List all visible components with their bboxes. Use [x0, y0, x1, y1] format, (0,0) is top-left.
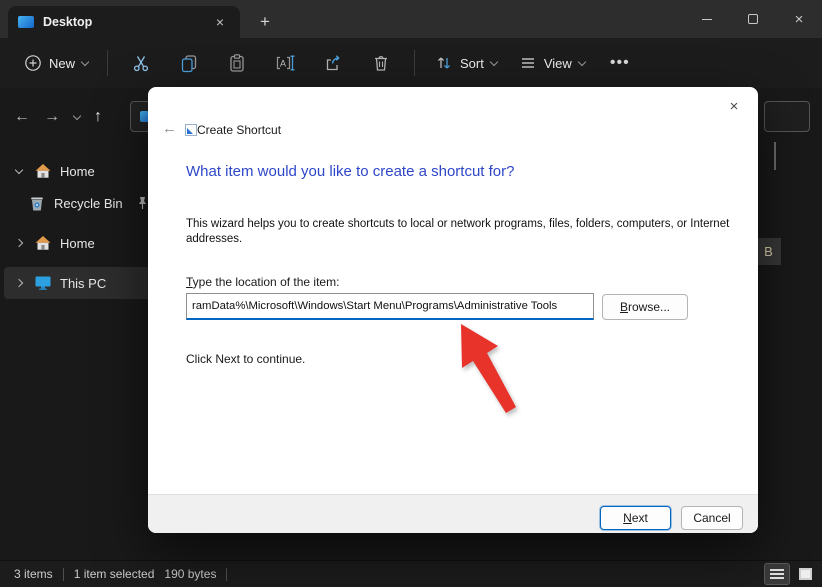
sort-button[interactable]: Sort: [424, 47, 508, 79]
share-icon: [323, 53, 343, 73]
forward-button[interactable]: →: [44, 108, 60, 126]
view-toggles: [764, 563, 818, 585]
share-button[interactable]: [309, 44, 357, 82]
browse-button[interactable]: Browse...: [602, 294, 688, 320]
home-icon: [34, 162, 52, 180]
explorer-window: Desktop × + × New: [0, 0, 822, 587]
up-button[interactable]: ↑: [94, 108, 102, 126]
shortcut-icon: [185, 124, 197, 136]
dialog-title: Create Shortcut: [197, 123, 281, 137]
large-icons-view-button[interactable]: [792, 563, 818, 585]
delete-button[interactable]: [357, 44, 405, 82]
chevron-down-icon: [490, 57, 498, 65]
next-button[interactable]: Next: [600, 506, 671, 530]
maximize-icon: [748, 14, 758, 24]
copy-button[interactable]: [165, 44, 213, 82]
dialog-back-icon: ←: [162, 120, 177, 137]
home-icon: [34, 234, 52, 252]
dialog-description: This wizard helps you to create shortcut…: [186, 217, 751, 247]
status-divider: [226, 568, 227, 581]
dialog-heading: What item would you like to create a sho…: [186, 163, 514, 180]
rename-button[interactable]: A: [261, 44, 309, 82]
dialog-close-button[interactable]: ×: [720, 93, 748, 119]
sidebar-item-home-2[interactable]: Home: [0, 227, 148, 259]
command-toolbar: New A: [0, 38, 822, 88]
search-box[interactable]: [764, 101, 810, 132]
scrollbar[interactable]: [774, 142, 776, 170]
clipboard-icon: [227, 53, 247, 73]
window-controls: ×: [684, 0, 822, 38]
chevron-expanded-icon[interactable]: [12, 170, 26, 173]
rename-icon: A: [274, 53, 296, 73]
navigation-bar: ← → ↑: [0, 98, 148, 136]
sort-arrows-icon: [435, 54, 453, 72]
sidebar-item-recycle-bin[interactable]: Recycle Bin: [0, 187, 148, 219]
selected-size: 190 bytes: [164, 567, 216, 581]
sidebar-item-label: Recycle Bin: [54, 196, 123, 211]
copy-icon: [179, 53, 199, 73]
maximize-button[interactable]: [730, 0, 776, 38]
location-input[interactable]: [186, 293, 594, 320]
cancel-button[interactable]: Cancel: [681, 506, 743, 530]
new-button-label: New: [49, 56, 75, 71]
view-lines-icon: [519, 54, 537, 72]
chevron-collapsed-icon[interactable]: [12, 280, 26, 286]
ellipsis-icon: •••: [610, 54, 630, 72]
close-icon: ×: [795, 11, 804, 28]
close-window-button[interactable]: ×: [776, 0, 822, 38]
items-count: 3 items: [14, 567, 53, 581]
this-pc-icon: [34, 275, 52, 291]
sidebar-item-label: Home: [60, 164, 95, 179]
sidebar-item-label: Home: [60, 236, 95, 251]
chevron-collapsed-icon[interactable]: [12, 240, 26, 246]
tab-close-icon[interactable]: ×: [210, 12, 230, 32]
selected-count: 1 item selected: [74, 567, 155, 581]
cut-button[interactable]: [117, 44, 165, 82]
view-button-label: View: [544, 56, 572, 71]
paste-button[interactable]: [213, 44, 261, 82]
titlebar: Desktop × + ×: [0, 0, 822, 38]
details-view-icon: [770, 567, 784, 581]
sort-button-label: Sort: [460, 56, 484, 71]
recycle-bin-icon: [28, 195, 46, 212]
tab-desktop[interactable]: Desktop ×: [8, 6, 240, 38]
sidebar-item-this-pc[interactable]: This PC: [4, 267, 154, 299]
scissors-icon: [131, 53, 151, 73]
new-tab-button[interactable]: +: [252, 9, 278, 35]
location-label: Type the location of the item:: [186, 275, 339, 289]
minimize-button[interactable]: [684, 0, 730, 38]
large-icons-view-icon: [799, 568, 812, 580]
new-button[interactable]: New: [14, 47, 98, 79]
file-size-fragment: B: [756, 238, 781, 265]
more-options-button[interactable]: •••: [596, 44, 644, 82]
sidebar-item-label: This PC: [60, 276, 106, 291]
create-shortcut-dialog: × ← Create Shortcut What item would you …: [148, 87, 758, 533]
view-button[interactable]: View: [508, 47, 596, 79]
toolbar-divider: [414, 50, 415, 76]
back-button[interactable]: ←: [14, 108, 30, 126]
plus-circle-icon: [24, 54, 42, 72]
history-chevron-icon[interactable]: [73, 111, 81, 119]
sidebar-item-home[interactable]: Home: [0, 155, 148, 187]
svg-text:A: A: [280, 59, 286, 69]
trash-icon: [371, 53, 391, 73]
chevron-down-icon: [81, 57, 89, 65]
pin-icon: [137, 196, 148, 215]
dialog-hint: Click Next to continue.: [186, 352, 305, 366]
desktop-icon: [18, 16, 34, 28]
status-divider: [63, 568, 64, 581]
status-bar: 3 items 1 item selected 190 bytes: [0, 560, 822, 587]
tab-title: Desktop: [43, 15, 92, 29]
minimize-icon: [702, 19, 712, 20]
details-view-button[interactable]: [764, 563, 790, 585]
toolbar-divider: [107, 50, 108, 76]
chevron-down-icon: [578, 57, 586, 65]
